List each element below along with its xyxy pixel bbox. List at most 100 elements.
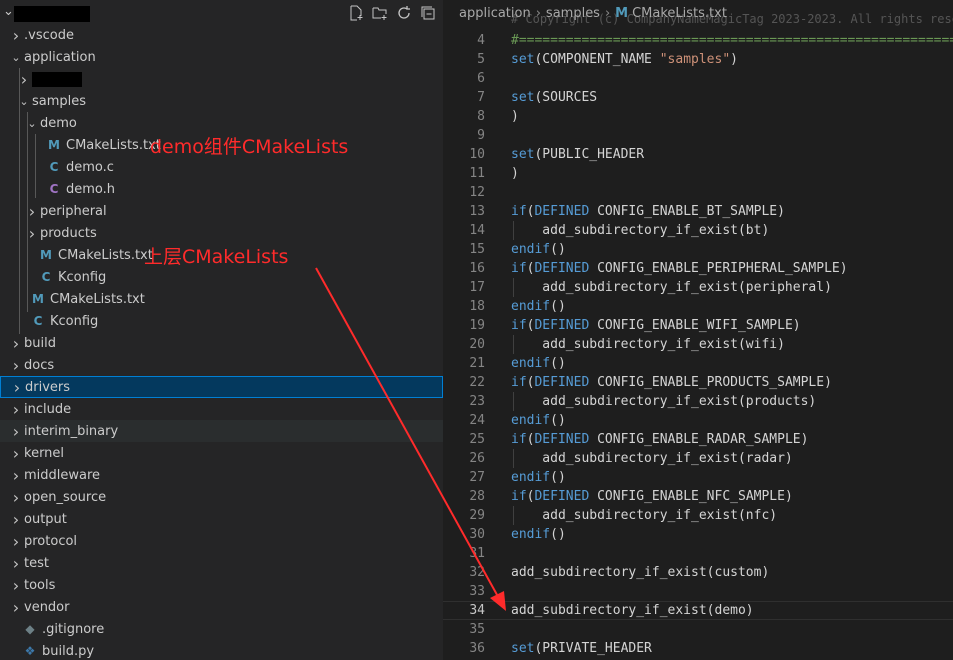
tree-item[interactable]: › docs	[0, 354, 443, 376]
line-number: 33	[469, 584, 485, 599]
tree-item[interactable]: › protocol	[0, 530, 443, 552]
code-line[interactable]: 26 add_subdirectory_if_exist(radar)	[443, 449, 953, 468]
tree-item[interactable]: › tools	[0, 574, 443, 596]
tree-item[interactable]: ◆ .gitignore	[0, 618, 443, 640]
tree-item[interactable]: › drivers	[0, 376, 443, 398]
code-line[interactable]: 36 set(PRIVATE_HEADER	[443, 639, 953, 658]
breadcrumb-item-samples[interactable]: samples	[546, 6, 600, 21]
tree-item[interactable]: › interim_binary	[0, 420, 443, 442]
tree-item[interactable]: ❖ build.py	[0, 640, 443, 660]
tree-item[interactable]: ⌄ application	[0, 46, 443, 68]
code-line[interactable]: 31	[443, 544, 953, 563]
code-line[interactable]: 11)	[443, 164, 953, 183]
tree-item-label: test	[24, 555, 49, 571]
tree-item[interactable]: M CMakeLists.txt	[0, 288, 443, 310]
chevron-right-icon[interactable]: ›	[8, 554, 24, 573]
chevron-right-icon[interactable]: ›	[8, 466, 24, 485]
cmake-icon: M	[32, 292, 44, 306]
chevron-right-icon[interactable]: ›	[8, 356, 24, 375]
code-line[interactable]: 15 endif()	[443, 240, 953, 259]
breadcrumb-item-file[interactable]: CMakeLists.txt	[632, 6, 727, 21]
refresh-icon[interactable]	[395, 4, 413, 22]
tree-item[interactable]: C Kconfig	[0, 266, 443, 288]
code-line[interactable]: 29 add_subdirectory_if_exist(nfc)	[443, 506, 953, 525]
chevron-down-icon[interactable]: ⌄	[8, 51, 24, 64]
code-line[interactable]: 13 if(DEFINED CONFIG_ENABLE_BT_SAMPLE)	[443, 202, 953, 221]
tree-item[interactable]: › include	[0, 398, 443, 420]
code-line[interactable]: 32 add_subdirectory_if_exist(custom)	[443, 563, 953, 582]
chevron-right-icon[interactable]: ›	[8, 598, 24, 617]
tree-item[interactable]: › test	[0, 552, 443, 574]
tree-item[interactable]: › build	[0, 332, 443, 354]
chevron-right-icon[interactable]: ›	[8, 422, 24, 441]
code-line[interactable]: 14 add_subdirectory_if_exist(bt)	[443, 221, 953, 240]
code-line[interactable]: 16 if(DEFINED CONFIG_ENABLE_PERIPHERAL_SA…	[443, 259, 953, 278]
code-line[interactable]: 18 endif()	[443, 297, 953, 316]
code-line[interactable]: 35	[443, 620, 953, 639]
code-line[interactable]: 28 if(DEFINED CONFIG_ENABLE_NFC_SAMPLE)	[443, 487, 953, 506]
code-line[interactable]: 30 endif()	[443, 525, 953, 544]
tree-item[interactable]: › vendor	[0, 596, 443, 618]
code-line[interactable]: 19 if(DEFINED CONFIG_ENABLE_WIFI_SAMPLE)	[443, 316, 953, 335]
code-line[interactable]: 24 endif()	[443, 411, 953, 430]
line-number: 12	[469, 185, 485, 200]
line-number: 6	[477, 71, 485, 86]
chevron-right-icon[interactable]: ›	[8, 334, 24, 353]
chevron-right-icon[interactable]: ›	[8, 400, 24, 419]
code-text: if(DEFINED CONFIG_ENABLE_WIFI_SAMPLE)	[511, 318, 801, 333]
tree-item-label: kernel	[24, 445, 65, 461]
line-number: 28	[469, 489, 485, 504]
chevron-right-icon[interactable]: ›	[8, 510, 24, 529]
code-line[interactable]: 25 if(DEFINED CONFIG_ENABLE_RADAR_SAMPLE)	[443, 430, 953, 449]
tree-item[interactable]: › .vscode	[0, 24, 443, 46]
line-number: 9	[477, 128, 485, 143]
chevron-right-icon[interactable]: ›	[8, 532, 24, 551]
code-line[interactable]: 33	[443, 582, 953, 601]
chevron-right-icon[interactable]: ›	[8, 26, 24, 45]
line-number: 32	[469, 565, 485, 580]
line-number: 15	[469, 242, 485, 257]
tree-item[interactable]: › middleware	[0, 464, 443, 486]
chevron-right-icon[interactable]: ›	[8, 576, 24, 595]
tree-item-label: middleware	[24, 467, 101, 483]
line-number: 22	[469, 375, 485, 390]
tree-item[interactable]: ⌄ demo	[0, 112, 443, 134]
code-line[interactable]: 22 if(DEFINED CONFIG_ENABLE_PRODUCTS_SAMP…	[443, 373, 953, 392]
tree-item[interactable]: › kernel	[0, 442, 443, 464]
tree-item[interactable]: › output	[0, 508, 443, 530]
code-line[interactable]: 10 set(PUBLIC_HEADER	[443, 145, 953, 164]
code-line[interactable]: 9	[443, 126, 953, 145]
chevron-down-icon[interactable]: ⌄	[3, 4, 14, 19]
chevron-right-icon[interactable]: ›	[8, 444, 24, 463]
code-line[interactable]: 4 #======================================…	[443, 31, 953, 50]
line-number: 21	[469, 356, 485, 371]
tree-item[interactable]: Cdemo.c	[0, 156, 443, 178]
code-line[interactable]: 6	[443, 69, 953, 88]
breadcrumb-item-application[interactable]: application	[459, 6, 531, 21]
code-line[interactable]: 23 add_subdirectory_if_exist(products)	[443, 392, 953, 411]
code-line[interactable]: 7 set(SOURCES	[443, 88, 953, 107]
code-line[interactable]: 8)	[443, 107, 953, 126]
tree-item[interactable]: ›	[0, 68, 443, 90]
code-line[interactable]: 12	[443, 183, 953, 202]
tree-item[interactable]: C Kconfig	[0, 310, 443, 332]
tree-item[interactable]: Cdemo.h	[0, 178, 443, 200]
code-line[interactable]: 27 endif()	[443, 468, 953, 487]
tree-item[interactable]: › products	[0, 222, 443, 244]
code-line[interactable]: 5 set(COMPONENT_NAME "samples")	[443, 50, 953, 69]
code-line[interactable]: 34 add_subdirectory_if_exist(demo)	[443, 601, 953, 620]
new-folder-icon[interactable]	[371, 4, 389, 22]
code-line[interactable]: 17 add_subdirectory_if_exist(peripheral)	[443, 278, 953, 297]
editor-panel: # Copyright (c) CompanyNameMagicTag 2023…	[443, 0, 953, 660]
new-file-icon[interactable]	[347, 4, 365, 22]
code-line[interactable]: 20 add_subdirectory_if_exist(wifi)	[443, 335, 953, 354]
tree-item[interactable]: ⌄ samples	[0, 90, 443, 112]
chevron-right-icon[interactable]: ›	[9, 378, 25, 397]
code-text: )	[511, 109, 519, 124]
chevron-right-icon[interactable]: ›	[8, 488, 24, 507]
code-line[interactable]: 21 endif()	[443, 354, 953, 373]
tree-item[interactable]: › open_source	[0, 486, 443, 508]
tree-item[interactable]: › peripheral	[0, 200, 443, 222]
gitignore-icon: ◆	[25, 622, 35, 636]
collapse-all-icon[interactable]	[419, 4, 437, 22]
